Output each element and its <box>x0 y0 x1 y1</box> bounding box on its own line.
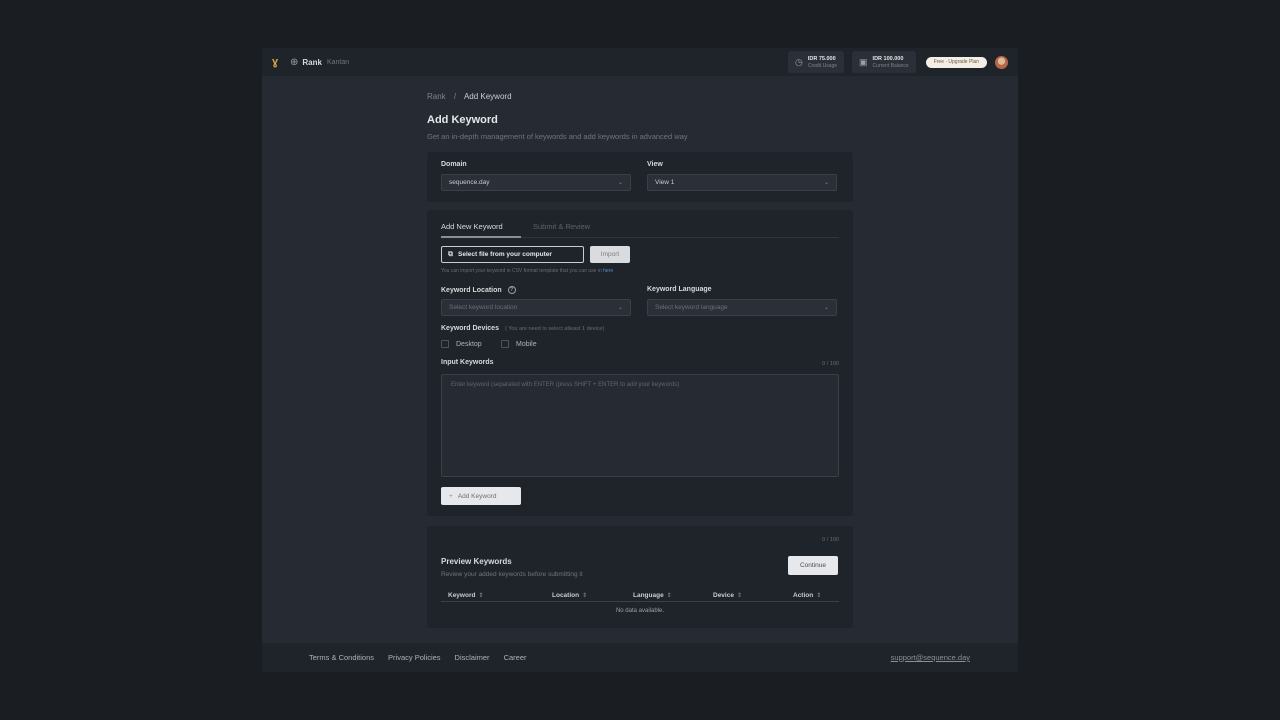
chevron-down-icon: ⌄ <box>823 305 829 311</box>
preview-counter: 0 / 100 <box>822 537 839 543</box>
wallet-icon: ▣ <box>859 56 868 67</box>
credit-usage-card: ◷ IDR 75.000 Credit Usage <box>787 51 845 73</box>
template-link[interactable]: here <box>603 268 613 274</box>
breadcrumb: Rank / Add Keyword <box>427 92 512 101</box>
preview-subtitle: Review your added keywords before submit… <box>441 571 583 578</box>
footer-link-career[interactable]: Career <box>504 653 527 662</box>
view-label: View <box>647 161 663 168</box>
keyword-language-select[interactable]: Select keyword language ⌄ <box>647 299 837 316</box>
keyword-counter: 0 / 100 <box>822 361 839 367</box>
domain-label: Domain <box>441 161 467 168</box>
import-button[interactable]: Import <box>590 246 630 263</box>
preview-title: Preview Keywords <box>441 557 512 566</box>
credit-usage-label: Credit Usage <box>807 62 838 69</box>
keyword-language-placeholder: Select keyword language <box>655 304 728 311</box>
keyword-devices-hint: ( You are need to select atleast 1 devic… <box>504 326 605 332</box>
active-tab-indicator <box>441 236 521 238</box>
select-file-label: Select file from your computer <box>458 251 552 258</box>
column-header-action[interactable]: Action ⇕ <box>793 592 821 599</box>
add-keyword-button[interactable]: + Add Keyword <box>441 487 521 505</box>
logo-icon[interactable]: ɣ <box>272 56 284 68</box>
help-icon[interactable]: ? <box>507 286 516 294</box>
tab-submit-review[interactable]: Submit & Review <box>533 222 590 231</box>
mobile-label: Mobile <box>516 340 537 348</box>
sort-icon[interactable]: ⇕ <box>478 593 483 599</box>
breadcrumb-rank-link[interactable]: Rank <box>427 92 446 101</box>
keyword-devices-label: Keyword Devices ( You are need to select… <box>441 325 605 332</box>
column-header-device[interactable]: Device ⇕ <box>713 592 742 599</box>
clock-icon: ◷ <box>794 56 803 67</box>
select-file-button[interactable]: ⧉ Select file from your computer <box>441 246 584 263</box>
app-window: ɣ ⊕ Rank Kantan ◷ IDR 75.000 Credit Usag… <box>262 48 1018 672</box>
keyword-location-select[interactable]: Select keyword location ⌄ <box>441 299 631 316</box>
breadcrumb-current: Add Keyword <box>463 92 512 101</box>
keyword-location-placeholder: Select keyword location <box>449 304 518 311</box>
domain-card: Domain sequence.day ⌄ View View 1 ⌄ <box>427 152 853 202</box>
checkbox-icon[interactable] <box>441 340 449 348</box>
keywords-placeholder: Enter keyword (separated with ENTER (pre… <box>451 382 680 388</box>
keyword-language-label: Keyword Language <box>647 286 712 293</box>
page-title: Add Keyword <box>427 114 498 126</box>
desktop-label: Desktop <box>456 340 482 348</box>
desktop-checkbox[interactable]: Desktop <box>441 340 482 348</box>
footer-link-disclaimer[interactable]: Disclaimer <box>455 653 490 662</box>
upgrade-plan-button[interactable]: Free · Upgrade Plan <box>925 56 987 68</box>
tab-add-new-keyword[interactable]: Add New Keyword <box>441 222 503 231</box>
mobile-checkbox[interactable]: Mobile <box>501 340 537 348</box>
continue-button[interactable]: Continue <box>788 556 838 575</box>
input-keywords-label: Input Keywords <box>441 359 494 366</box>
current-balance-card: ▣ IDR 100.000 Current Balance <box>852 51 916 73</box>
support-email-link[interactable]: support@sequence.day <box>891 653 970 662</box>
column-header-language[interactable]: Language ⇕ <box>633 592 672 599</box>
view-select[interactable]: View 1 ⌄ <box>647 174 837 191</box>
globe-icon[interactable]: ⊕ <box>290 57 298 68</box>
sort-icon[interactable]: ⇕ <box>667 593 672 599</box>
add-keyword-card: Add New Keyword Submit & Review ⧉ Select… <box>427 210 853 516</box>
current-balance-label: Current Balance <box>872 62 909 69</box>
breadcrumb-separator: / <box>453 92 457 101</box>
current-balance-value: IDR 100.000 <box>872 55 904 62</box>
avatar[interactable] <box>995 55 1008 69</box>
preview-keywords-card: 0 / 100 Preview Keywords Review your add… <box>427 526 853 628</box>
chevron-down-icon: ⌄ <box>617 180 623 186</box>
credit-usage-value: IDR 75.000 <box>807 55 836 62</box>
top-bar: ɣ ⊕ Rank Kantan ◷ IDR 75.000 Credit Usag… <box>262 48 1018 76</box>
domain-select-value: sequence.day <box>449 179 490 186</box>
import-hint: You can import your keyword in CSV forma… <box>441 268 614 274</box>
footer-link-terms[interactable]: Terms & Conditions <box>309 653 374 662</box>
column-header-location[interactable]: Location ⇕ <box>552 592 587 599</box>
empty-table-message: No data available. <box>615 608 665 614</box>
sort-icon[interactable]: ⇕ <box>737 593 742 599</box>
footer: Terms & Conditions Privacy Policies Disc… <box>262 643 1018 672</box>
tab-divider <box>521 237 839 238</box>
plus-icon: + <box>449 492 453 500</box>
upload-icon: ⧉ <box>448 250 453 258</box>
view-select-value: View 1 <box>655 179 675 186</box>
checkbox-icon[interactable] <box>501 340 509 348</box>
column-header-keyword[interactable]: Keyword ⇕ <box>448 592 483 599</box>
table-header-divider <box>441 601 839 602</box>
domain-select[interactable]: sequence.day ⌄ <box>441 174 631 191</box>
page-subtitle: Get an in-depth management of keywords a… <box>427 132 688 141</box>
chevron-down-icon: ⌄ <box>617 305 623 311</box>
keywords-textarea[interactable]: Enter keyword (separated with ENTER (pre… <box>441 374 839 477</box>
sort-icon[interactable]: ⇕ <box>582 593 587 599</box>
brand-subtitle: Kantan <box>326 58 350 66</box>
footer-link-privacy[interactable]: Privacy Policies <box>388 653 441 662</box>
sort-icon[interactable]: ⇕ <box>816 593 821 599</box>
add-keyword-label: Add Keyword <box>457 492 497 500</box>
keyword-location-label: Keyword Location ? <box>441 286 516 294</box>
chevron-down-icon: ⌄ <box>823 180 829 186</box>
brand-name[interactable]: Rank <box>302 58 322 67</box>
